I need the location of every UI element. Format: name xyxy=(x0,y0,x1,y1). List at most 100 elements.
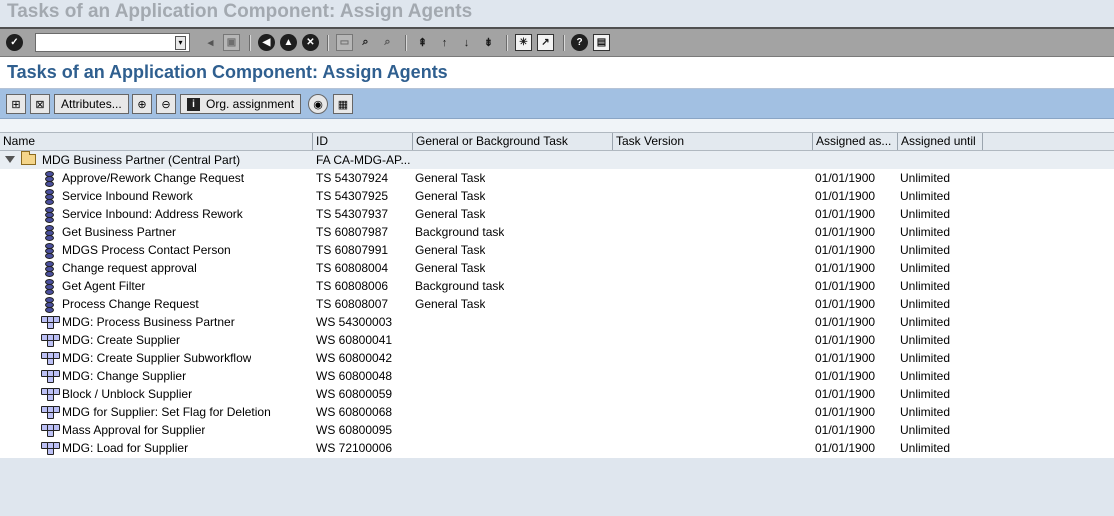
table-row[interactable]: Block / Unblock Supplier WS 60800059 01/01… xyxy=(0,385,1114,403)
group-name: MDG Business Partner (Central Part) xyxy=(42,153,241,167)
table-row[interactable]: MDG: Process Business Partner WS 54300003… xyxy=(0,313,1114,331)
row-assigned-as-of: 01/01/1900 xyxy=(815,297,876,311)
expand-all-icon[interactable]: ⊕ xyxy=(132,94,152,114)
single-step-task-icon xyxy=(43,297,54,313)
row-task-type: Background task xyxy=(415,279,505,293)
row-assigned-as-of: 01/01/1900 xyxy=(815,441,876,455)
toolbar-separator xyxy=(405,35,407,51)
row-task-type: General Task xyxy=(415,261,486,275)
globe-icon[interactable]: ◉ xyxy=(308,94,328,114)
row-assigned-as-of: 01/01/1900 xyxy=(815,171,876,185)
row-id: TS 54307937 xyxy=(316,207,389,221)
row-name: Approve/Rework Change Request xyxy=(62,171,245,185)
row-assigned-as-of: 01/01/1900 xyxy=(815,405,876,419)
single-step-task-icon xyxy=(43,171,54,187)
back-icon[interactable]: ◀ xyxy=(258,34,275,51)
print-icon[interactable]: ▭ xyxy=(336,34,353,51)
row-assigned-as-of: 01/01/1900 xyxy=(815,207,876,221)
single-step-task-icon xyxy=(43,279,54,295)
row-assigned-as-of: 01/01/1900 xyxy=(815,225,876,239)
row-name: Get Agent Filter xyxy=(62,279,146,293)
table-row[interactable]: MDGS Process Contact Person TS 60807991 Ge… xyxy=(0,241,1114,259)
find-next-icon[interactable]: ⌕ xyxy=(379,34,396,51)
table-row[interactable]: Service Inbound: Address Rework TS 543079… xyxy=(0,205,1114,223)
help-icon[interactable]: ? xyxy=(571,34,588,51)
row-task-type: General Task xyxy=(415,297,486,311)
screen-header: Tasks of an Application Component: Assig… xyxy=(0,57,1114,89)
find-icon[interactable]: ⌕ xyxy=(357,34,374,51)
single-step-task-icon xyxy=(43,225,54,241)
next-page-icon[interactable]: ↓ xyxy=(458,34,475,51)
row-id: TS 54307925 xyxy=(316,189,389,203)
exit-icon[interactable]: ▲ xyxy=(280,34,297,51)
table-row[interactable]: Get Agent Filter TS 60808006 Background ta… xyxy=(0,277,1114,295)
shortcut-icon[interactable]: ↗ xyxy=(537,34,554,51)
task-tree: Name ID General or Background Task Task … xyxy=(0,132,1114,458)
collapse-all-icon[interactable]: ⊖ xyxy=(156,94,176,114)
row-id: TS 60808006 xyxy=(316,279,389,293)
agent-assignment-icon[interactable]: ⊠ xyxy=(30,94,50,114)
table-row[interactable]: Process Change Request TS 60808007 General… xyxy=(0,295,1114,313)
row-assigned-until: Unlimited xyxy=(900,387,951,401)
row-id: TS 60808007 xyxy=(316,297,389,311)
column-header-assigned-until[interactable]: Assigned until xyxy=(898,133,983,150)
table-row[interactable]: MDG: Create Supplier Subworkflow WS 60800… xyxy=(0,349,1114,367)
toolbar-separator xyxy=(563,35,565,51)
org-assignment-button-label: Org. assignment xyxy=(206,97,295,111)
last-page-icon[interactable]: ⇟ xyxy=(480,34,497,51)
collapse-triangle-icon[interactable] xyxy=(5,156,15,163)
row-assigned-until: Unlimited xyxy=(900,333,951,347)
command-field[interactable]: ▾ xyxy=(35,33,190,52)
table-row[interactable]: MDG for Supplier: Set Flag for Deletion W… xyxy=(0,403,1114,421)
workflow-icon xyxy=(41,370,60,383)
row-assigned-until: Unlimited xyxy=(900,225,951,239)
command-history-dropdown-icon[interactable]: ▾ xyxy=(175,36,186,50)
table-row[interactable]: Mass Approval for Supplier WS 60800095 01/… xyxy=(0,421,1114,439)
table-row[interactable]: MDG: Change Supplier WS 60800048 01/01/190… xyxy=(0,367,1114,385)
row-assigned-until: Unlimited xyxy=(900,405,951,419)
table-row[interactable]: Service Inbound Rework TS 54307925 General… xyxy=(0,187,1114,205)
column-header-task-version[interactable]: Task Version xyxy=(613,133,813,150)
row-assigned-until: Unlimited xyxy=(900,441,951,455)
page-title: Tasks of an Application Component: Assig… xyxy=(7,62,448,82)
hierarchy-icon[interactable]: ⊞ xyxy=(6,94,26,114)
cancel-icon[interactable]: ✕ xyxy=(302,34,319,51)
info-icon: i xyxy=(187,97,200,111)
column-header-id[interactable]: ID xyxy=(313,133,413,150)
table-row[interactable]: MDG: Create Supplier WS 60800041 01/01/190… xyxy=(0,331,1114,349)
previous-page-icon[interactable]: ↑ xyxy=(436,34,453,51)
first-page-icon[interactable]: ⇞ xyxy=(414,34,431,51)
org-assignment-button[interactable]: i Org. assignment xyxy=(180,94,302,114)
empty-area xyxy=(0,458,1114,516)
row-assigned-as-of: 01/01/1900 xyxy=(815,351,876,365)
table-settings-icon[interactable]: ▦ xyxy=(333,94,353,114)
row-name: Change request approval xyxy=(62,261,197,275)
back-small-icon[interactable]: ◂ xyxy=(202,34,219,51)
save-icon[interactable]: ▣ xyxy=(223,34,240,51)
row-id: WS 60800048 xyxy=(316,369,393,383)
row-id: WS 60800068 xyxy=(316,405,393,419)
column-header-task-type[interactable]: General or Background Task xyxy=(413,133,613,150)
column-header-assigned-as-of[interactable]: Assigned as... xyxy=(813,133,898,150)
toolbar-separator xyxy=(327,35,329,51)
system-toolbar: ✓ ▾ ◂ ▣ ◀ ▲ ✕ ▭ ⌕ ⌕ ⇞ ↑ ↓ ⇟ ✳ ↗ ? ▤ xyxy=(0,27,1114,57)
row-assigned-until: Unlimited xyxy=(900,207,951,221)
tree-group-row[interactable]: MDG Business Partner (Central Part) FA C… xyxy=(0,151,1114,169)
workflow-icon xyxy=(41,352,60,365)
new-session-icon[interactable]: ✳ xyxy=(515,34,532,51)
table-row[interactable]: Change request approval TS 60808004 Genera… xyxy=(0,259,1114,277)
row-name: Block / Unblock Supplier xyxy=(62,387,193,401)
column-header-name[interactable]: Name xyxy=(0,133,313,150)
attributes-button[interactable]: Attributes... xyxy=(54,94,129,114)
row-name: MDG: Process Business Partner xyxy=(62,315,235,329)
row-assigned-as-of: 01/01/1900 xyxy=(815,261,876,275)
table-row[interactable]: MDG: Load for Supplier WS 72100006 01/01/1… xyxy=(0,439,1114,457)
group-id: FA CA-MDG-AP... xyxy=(316,153,411,167)
enter-icon[interactable]: ✓ xyxy=(6,34,23,51)
row-id: WS 60800042 xyxy=(316,351,393,365)
spacer xyxy=(0,119,1114,132)
customize-layout-icon[interactable]: ▤ xyxy=(593,34,610,51)
row-assigned-until: Unlimited xyxy=(900,171,951,185)
table-row[interactable]: Approve/Rework Change Request TS 54307924… xyxy=(0,169,1114,187)
table-row[interactable]: Get Business Partner TS 60807987 Backgroun… xyxy=(0,223,1114,241)
